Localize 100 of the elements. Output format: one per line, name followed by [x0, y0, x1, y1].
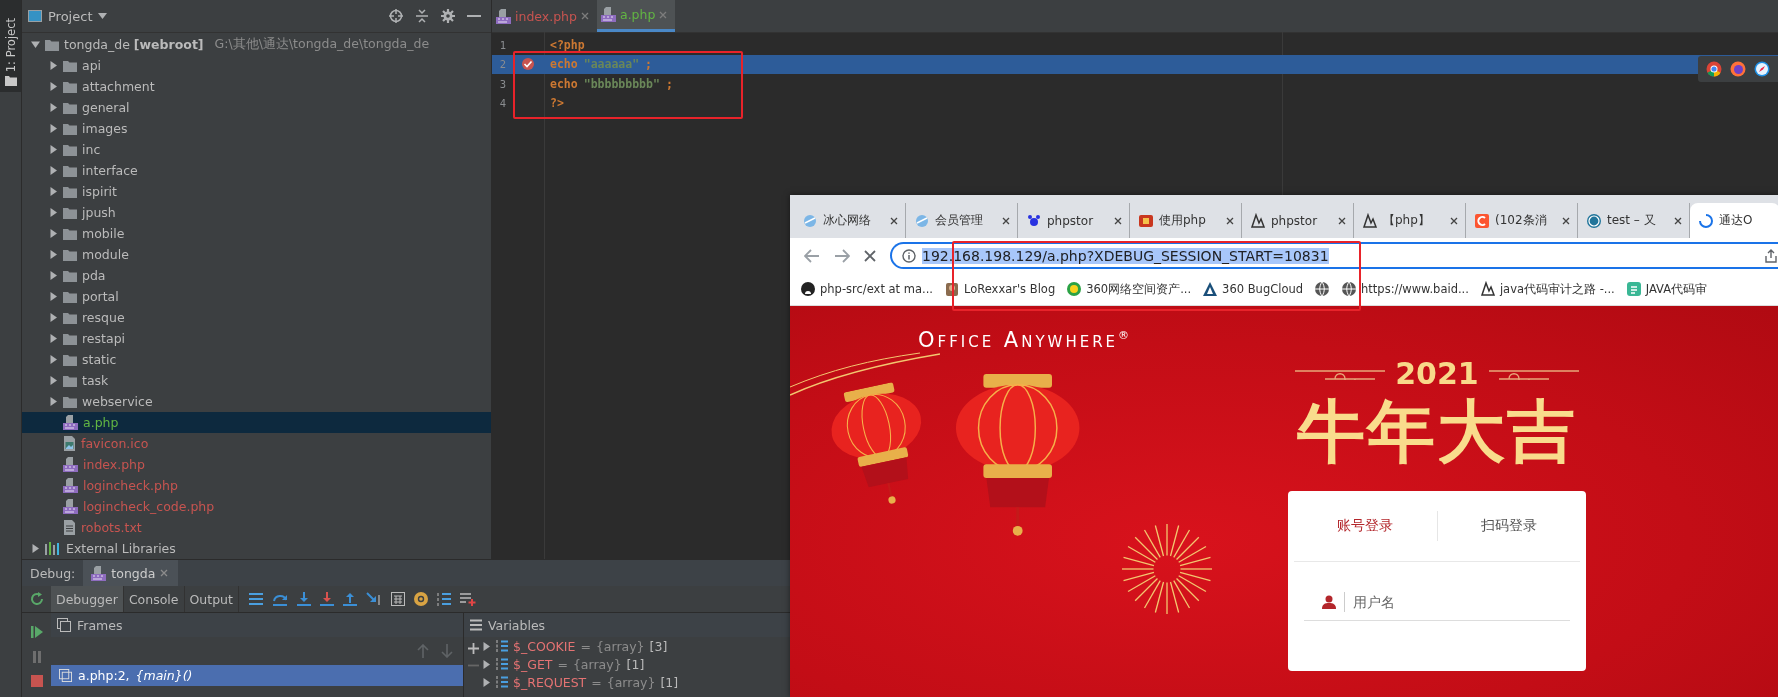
minimize-icon[interactable]	[467, 14, 481, 18]
close-icon[interactable]	[1674, 216, 1682, 225]
at-sign-icon[interactable]	[413, 592, 428, 607]
collapse-arrow-icon[interactable]	[49, 103, 58, 112]
collapse-arrow-icon[interactable]	[49, 166, 58, 175]
tree-item[interactable]: api	[22, 55, 491, 76]
bookmark-link[interactable]: https://www.baid...	[1341, 281, 1469, 297]
tree-item[interactable]: resque	[22, 307, 491, 328]
tree-item[interactable]: tongda_de [webroot] G:\其他\通达\tongda_de\tongda_de	[22, 34, 491, 55]
login-tab[interactable]: 账号登录	[1294, 510, 1437, 541]
tree-item[interactable]: a.php	[22, 412, 491, 433]
variable-row[interactable]: $_GET = {array} [1]	[482, 655, 679, 674]
debug-tool-tab[interactable]: Debugger	[51, 586, 124, 613]
collapse-arrow-icon[interactable]	[49, 208, 58, 217]
collapse-arrow-icon[interactable]	[31, 544, 40, 553]
breakpoint-icon[interactable]	[521, 57, 535, 72]
site-icon	[1362, 212, 1378, 229]
run-to-cursor-icon[interactable]	[365, 592, 382, 607]
tree-item[interactable]: webservice	[22, 391, 491, 412]
numbered-list-icon[interactable]	[436, 592, 451, 607]
bookmark-link[interactable]: LoRexxar's Blog	[944, 281, 1056, 297]
info-icon[interactable]	[902, 248, 916, 263]
close-icon[interactable]	[1114, 216, 1122, 225]
resume-icon[interactable]	[29, 625, 44, 640]
expand-arrow-icon[interactable]	[31, 40, 40, 49]
tree-item[interactable]: ispirit	[22, 181, 491, 202]
tree-item[interactable]: restapi	[22, 328, 491, 349]
debug-session-tab[interactable]: tongda	[83, 560, 179, 587]
close-icon[interactable]	[1338, 216, 1346, 225]
tree-item[interactable]: inc	[22, 139, 491, 160]
panel-title: Frames	[77, 617, 123, 633]
browser-tab[interactable]: 通达O	[1690, 203, 1778, 238]
collapse-arrow-icon[interactable]	[49, 145, 58, 154]
debug-tool-tab[interactable]: Output	[184, 586, 239, 613]
collapse-arrow-icon[interactable]	[49, 397, 58, 406]
close-icon[interactable]	[1450, 216, 1458, 225]
tree-item[interactable]: general	[22, 97, 491, 118]
bookmark-link[interactable]: JAVA代码审	[1625, 281, 1708, 297]
collapse-arrow-icon[interactable]	[49, 61, 58, 70]
collapse-arrow-icon[interactable]	[49, 271, 58, 280]
editor-tab[interactable]: a.php	[596, 0, 676, 32]
collapse-arrow-icon[interactable]	[49, 82, 58, 91]
bookmark-link[interactable]: java代码审计之路 -...	[1479, 281, 1615, 297]
close-icon[interactable]	[1562, 216, 1570, 225]
tree-item[interactable]: portal	[22, 286, 491, 307]
back-icon[interactable]	[804, 248, 820, 263]
close-icon[interactable]	[864, 249, 876, 262]
collapse-arrow-icon[interactable]	[49, 292, 58, 301]
bookmark-link[interactable]: 360 BugCloud	[1202, 281, 1304, 297]
locate-icon[interactable]	[389, 9, 403, 23]
tree-item[interactable]: pda	[22, 265, 491, 286]
bookmark-link[interactable]: 360网络空间资产...	[1066, 281, 1192, 297]
bookmark-link[interactable]: php-src/ext at ma...	[800, 281, 933, 297]
variable-row[interactable]: $_REQUEST = {array} [1]	[482, 673, 679, 692]
username-field[interactable]: 用户名	[1353, 586, 1570, 617]
collapse-arrow-icon[interactable]	[49, 313, 58, 322]
tree-item[interactable]: External Libraries	[22, 538, 491, 559]
tree-item[interactable]: module	[22, 244, 491, 265]
collapse-all-icon[interactable]	[415, 9, 429, 23]
stack-frame[interactable]: a.php:2, {main}()	[51, 665, 463, 687]
collapse-arrow-icon[interactable]	[49, 355, 58, 364]
tree-item[interactable]: mobile	[22, 223, 491, 244]
forward-icon[interactable]	[834, 248, 850, 263]
collapse-arrow-icon[interactable]	[49, 250, 58, 259]
variable-row[interactable]: $_COOKIE = {array} [3]	[482, 637, 679, 656]
collapse-arrow-icon[interactable]	[49, 376, 58, 385]
collapse-arrow-icon[interactable]	[49, 229, 58, 238]
step-into-icon[interactable]	[296, 592, 311, 607]
project-view-dropdown[interactable]: Project	[28, 8, 108, 24]
calculator-icon[interactable]	[390, 592, 405, 607]
close-icon[interactable]	[1002, 216, 1010, 225]
rerun-icon[interactable]	[29, 592, 44, 607]
chrome-icon[interactable]	[1706, 61, 1722, 77]
collapse-arrow-icon[interactable]	[49, 124, 58, 133]
tree-item[interactable]: images	[22, 118, 491, 139]
frames-view-icon[interactable]	[248, 593, 263, 606]
collapse-arrow-icon[interactable]	[49, 187, 58, 196]
frame-icon	[59, 669, 72, 683]
compass-icon[interactable]	[1754, 61, 1770, 77]
stop-icon[interactable]	[30, 675, 43, 688]
close-icon[interactable]	[1226, 216, 1234, 225]
add-watch-icon[interactable]	[459, 592, 476, 607]
settings-icon[interactable]	[441, 9, 455, 23]
debug-tool-tab[interactable]: Console	[123, 586, 185, 613]
force-step-into-icon[interactable]	[319, 592, 334, 607]
tree-item[interactable]: task	[22, 370, 491, 391]
line-number: 4	[498, 97, 506, 110]
share-icon[interactable]	[1764, 248, 1778, 263]
tree-item[interactable]: attachment	[22, 76, 491, 97]
tree-item[interactable]: interface	[22, 160, 491, 181]
collapse-arrow-icon[interactable]	[49, 334, 58, 343]
add-icon[interactable]	[467, 643, 479, 655]
step-over-icon[interactable]	[271, 592, 288, 607]
tree-item[interactable]: static	[22, 349, 491, 370]
bookmark-link[interactable]	[1314, 281, 1331, 297]
tree-item[interactable]: jpush	[22, 202, 491, 223]
login-tab[interactable]: 扫码登录	[1436, 510, 1580, 541]
firefox-icon[interactable]	[1730, 61, 1746, 77]
close-icon[interactable]	[890, 216, 898, 225]
step-out-icon[interactable]	[342, 592, 357, 607]
